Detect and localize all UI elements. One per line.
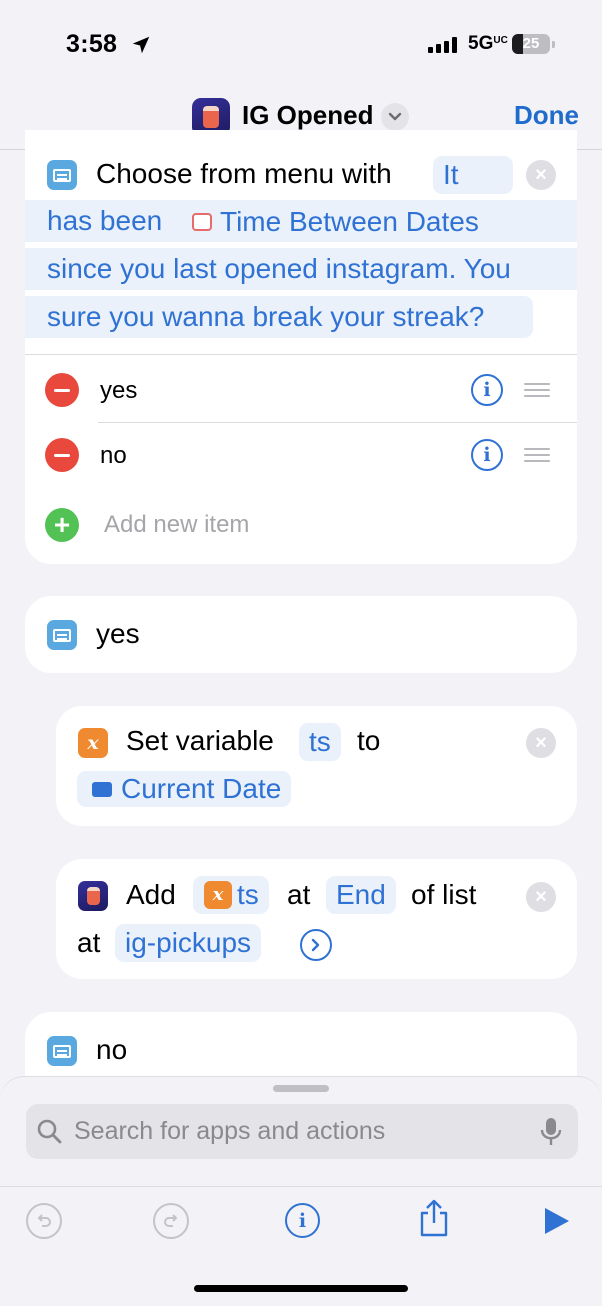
variable-name-pill[interactable]: ts <box>299 723 341 761</box>
drag-handle-icon[interactable] <box>524 448 550 462</box>
location-arrow-icon <box>132 36 150 54</box>
status-time: 3:58 <box>66 30 118 58</box>
time-between-dates-variable[interactable]: Time Between Dates <box>180 204 489 240</box>
case-label: yes <box>96 618 140 649</box>
at-label: at <box>77 927 101 958</box>
list-name-pill[interactable]: ig-pickups <box>115 924 262 962</box>
delete-item-button[interactable] <box>45 373 79 407</box>
menu-prompt-line3[interactable]: since you last opened instagram. You <box>47 253 511 285</box>
menu-item-label[interactable]: no <box>100 442 127 470</box>
add-label: Add <box>126 879 176 910</box>
menu-action-icon <box>47 1036 77 1066</box>
current-date-label: Current Date <box>121 773 282 804</box>
toolbar-divider <box>0 1186 602 1187</box>
delete-item-button[interactable] <box>45 438 79 472</box>
search-input[interactable]: Search for apps and actions <box>74 1117 385 1146</box>
menu-action-icon <box>47 160 77 190</box>
microphone-icon[interactable] <box>540 1117 562 1147</box>
remove-action-button[interactable]: × <box>526 728 556 758</box>
remove-action-button[interactable]: × <box>526 160 556 190</box>
calendar-icon <box>192 213 212 231</box>
add-item-button[interactable]: + <box>45 508 79 542</box>
search-icon <box>37 1119 62 1144</box>
battery-nub <box>552 41 555 48</box>
shortcut-title[interactable]: IG Opened <box>242 100 373 131</box>
network-type: 5GUC <box>468 33 508 54</box>
of-list-label: of list <box>411 879 477 910</box>
battery-level: 25 <box>522 35 540 52</box>
variable-icon: x <box>204 881 232 909</box>
menu-prompt-word[interactable]: It <box>433 156 513 194</box>
current-date-variable[interactable]: Current Date <box>77 771 292 807</box>
play-icon[interactable] <box>543 1206 571 1236</box>
signal-icon <box>428 37 457 53</box>
at-label: at <box>287 879 311 910</box>
menu-prompt-line2[interactable]: has been <box>47 205 162 237</box>
set-variable-label: Set variable <box>126 725 274 756</box>
menu-action-title: Choose from menu with <box>96 158 392 189</box>
case-label: no <box>96 1034 128 1065</box>
chevron-down-icon[interactable] <box>381 103 409 131</box>
ts-variable-pill[interactable]: x ts <box>193 876 269 914</box>
chevron-right-circle-icon[interactable] <box>300 929 332 961</box>
sheet-grabber[interactable] <box>273 1085 329 1092</box>
item-info-icon[interactable]: i <box>471 439 503 471</box>
ts-variable-label: ts <box>237 879 259 910</box>
menu-item-label[interactable]: yes <box>100 377 137 405</box>
choose-from-menu-card[interactable] <box>25 130 577 564</box>
info-icon[interactable]: i <box>285 1203 320 1238</box>
menu-prompt-line4[interactable]: sure you wanna break your streak? <box>47 301 484 333</box>
done-button[interactable]: Done <box>514 100 579 131</box>
calendar-icon <box>92 782 112 797</box>
item-divider <box>98 422 577 423</box>
battery-icon: 25 <box>512 34 550 54</box>
item-info-icon[interactable]: i <box>471 374 503 406</box>
drag-handle-icon[interactable] <box>524 383 550 397</box>
share-icon[interactable] <box>418 1198 450 1238</box>
shortcut-app-icon <box>78 881 108 911</box>
variable-action-icon: x <box>78 728 108 758</box>
to-label: to <box>357 725 381 756</box>
menu-action-icon <box>47 620 77 650</box>
add-new-item-placeholder[interactable]: Add new item <box>104 511 249 539</box>
home-indicator <box>194 1285 408 1292</box>
redo-icon[interactable] <box>153 1203 189 1239</box>
time-between-dates-label: Time Between Dates <box>220 206 479 237</box>
position-pill[interactable]: End <box>326 876 396 914</box>
undo-icon[interactable] <box>26 1203 62 1239</box>
menu-divider <box>25 354 577 355</box>
remove-action-button[interactable]: × <box>526 882 556 912</box>
